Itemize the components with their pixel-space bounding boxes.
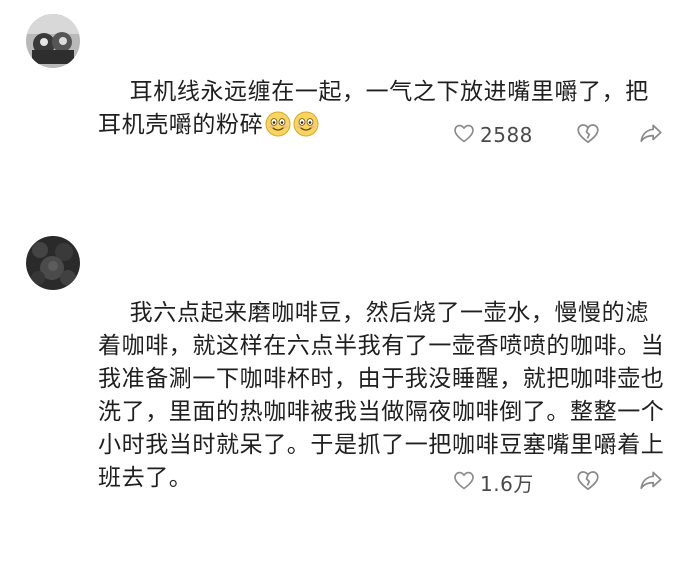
like-count: 2588 (480, 123, 533, 147)
heart-outline-icon (452, 468, 476, 496)
share-button[interactable] (638, 465, 664, 499)
dislike-button[interactable] (575, 465, 601, 499)
broken-heart-icon (575, 120, 601, 150)
comment-text: 耳机线永远缠在一起，一气之下放进嘴里嚼了，把耳机壳嚼的粉碎 (98, 43, 670, 180)
heart-outline-icon (452, 121, 476, 149)
like-button[interactable]: 1.6万 (452, 465, 534, 499)
share-arrow-icon (638, 467, 664, 497)
comment-body: 我六点起来磨咖啡豆，然后烧了一壶水，慢慢的滤着咖啡，就这样在六点半我有了一壶香喷… (98, 300, 665, 491)
like-button[interactable]: 2588 (452, 118, 533, 152)
comment-actions: 1.6万 (0, 465, 690, 499)
share-arrow-icon (638, 120, 664, 150)
avatar[interactable] (26, 14, 80, 68)
broken-heart-icon (575, 467, 601, 497)
comment-actions: 2588 (0, 118, 690, 152)
share-button[interactable] (638, 118, 664, 152)
dislike-button[interactable] (575, 118, 601, 152)
like-count: 1.6万 (480, 471, 534, 496)
avatar-image (26, 14, 80, 68)
avatar[interactable] (26, 236, 80, 290)
avatar-image (26, 236, 80, 290)
